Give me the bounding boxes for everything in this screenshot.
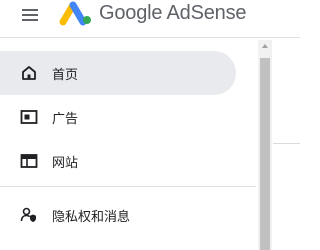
content-divider [273, 143, 300, 144]
sites-icon [20, 152, 38, 170]
hamburger-menu-icon[interactable] [21, 6, 39, 24]
privacy-messaging-icon [20, 206, 38, 224]
sidebar-item-label: 首页 [52, 68, 79, 83]
sidebar-item-label: 广告 [52, 112, 79, 127]
product-name: Google AdSense [99, 2, 247, 24]
sidebar-item-home[interactable]: 首页 [0, 51, 236, 95]
sidebar-item-label: 隐私权和消息 [52, 210, 131, 225]
adsense-page: Google AdSense 首页 广告 网站 隐私权和消息 [0, 0, 300, 250]
google-adsense-logo-icon [56, 0, 94, 26]
sidebar-item-ads[interactable]: 广告 [0, 95, 236, 139]
home-icon [20, 64, 38, 82]
sidebar-item-privacy-messaging[interactable]: 隐私权和消息 [0, 193, 236, 237]
sidebar-nav: 首页 广告 网站 隐私权和消息 [0, 38, 256, 250]
ads-icon [20, 108, 38, 126]
top-app-bar: Google AdSense [0, 0, 300, 36]
sidebar-item-sites[interactable]: 网站 [0, 139, 236, 183]
scrollbar-thumb[interactable] [260, 58, 270, 250]
sidebar-section-divider [0, 186, 256, 187]
scroll-up-arrow-icon[interactable] [262, 44, 268, 48]
sidebar-item-label: 网站 [52, 156, 79, 171]
